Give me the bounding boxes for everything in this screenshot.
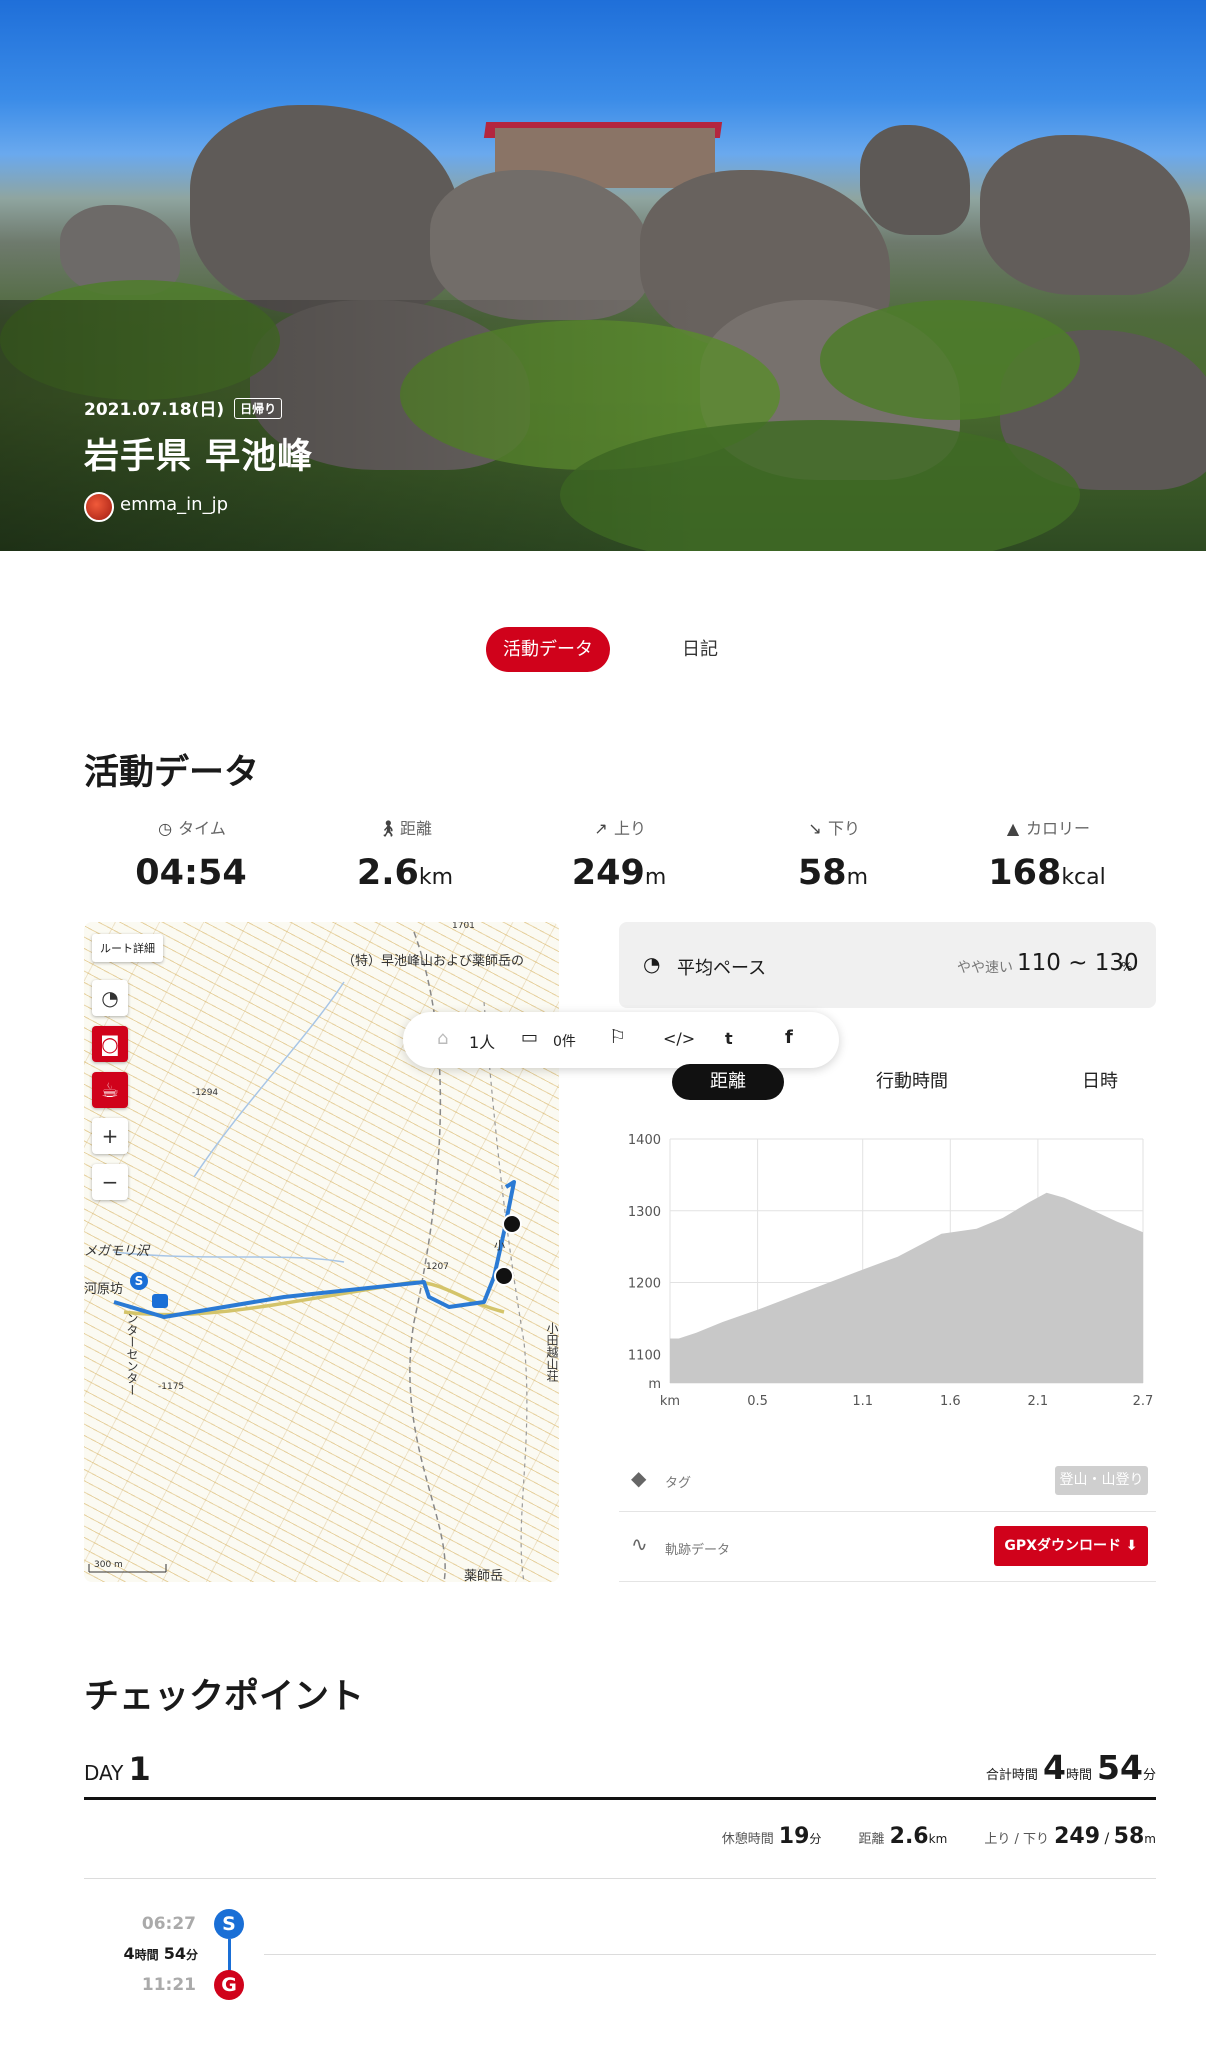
route-detail-button[interactable]: ルート詳細 — [92, 934, 163, 962]
arrow-up-right-icon: ↗ — [594, 819, 608, 838]
comment-count: 0件 — [553, 1034, 576, 1050]
map-elev-1207: 1207 — [426, 1262, 449, 1272]
map-label-reserve: （特）早池峰山および薬師岳の — [342, 954, 525, 969]
x-tick-label: km — [660, 1394, 680, 1409]
goal-badge: G — [214, 1970, 244, 2000]
divider — [619, 1581, 1156, 1582]
chart-tab-distance[interactable]: 距離 — [672, 1064, 784, 1100]
stat-distance: 🚶︎ 距離 2.6km — [356, 819, 454, 893]
elevation-area — [670, 1192, 1143, 1383]
map-label-center: ンターセンター — [125, 1312, 139, 1396]
tab-diary[interactable]: 日記 — [660, 627, 740, 672]
y-tick-label: 1200 — [628, 1277, 661, 1292]
chart-tab-moving-time[interactable]: 行動時間 — [876, 1064, 948, 1100]
avatar[interactable] — [84, 492, 114, 522]
map-label-small: 小 — [494, 1239, 505, 1252]
segment-duration: 4時間 54分 — [123, 1944, 198, 1963]
x-tick-label: 2.1 — [1028, 1394, 1049, 1409]
stat-calories: ▲ カロリー 168kcal — [988, 819, 1106, 893]
pace-label: 平均ペース — [677, 958, 767, 979]
map-elev-1175: -1175 — [158, 1382, 185, 1392]
gpx-download-button[interactable]: GPXダウンロード ⬇ — [994, 1526, 1148, 1566]
download-icon: ⬇ — [1125, 1538, 1138, 1554]
day-heading: DAY 1 — [84, 1750, 151, 1788]
speedometer-icon: ◔ — [643, 952, 661, 976]
map-comment-marker — [152, 1294, 168, 1308]
facebook-icon[interactable]: f — [785, 1027, 793, 1048]
stat-time: ◷ タイム 04:54 — [135, 819, 247, 893]
pace-qualifier: やや速い — [957, 960, 1013, 976]
map-elev-1701: 1701 — [452, 922, 475, 931]
tag-icon: ◆ — [631, 1466, 647, 1490]
comment-icon[interactable]: ▭ — [521, 1027, 538, 1048]
map-scale: 300 m — [94, 1560, 123, 1570]
map-photo-marker[interactable] — [494, 1266, 514, 1286]
y-tick-label: 1400 — [628, 1133, 661, 1148]
activity-title: 岩手県 早池峰 — [84, 437, 314, 477]
timeline-connector — [228, 1939, 231, 1973]
stat-descent: ↘ 下り 58m — [797, 819, 869, 893]
checkpoint-section-title: チェックポイント — [84, 1677, 365, 1717]
day-summary: 休憩時間 19分 距離 2.6km 上り / 下り 249 / 58m — [721, 1824, 1156, 1849]
map-label-kawara: 河原坊 — [84, 1282, 124, 1297]
track-label: 軌跡データ — [665, 1543, 731, 1558]
x-tick-label: 0.5 — [747, 1394, 768, 1409]
camera-icon[interactable]: ◙ — [92, 1026, 128, 1062]
zoom-out-button[interactable]: − — [92, 1164, 128, 1200]
chart-tab-datetime[interactable]: 日時 — [1082, 1064, 1118, 1100]
timeline-line — [264, 1954, 1156, 1955]
tab-activity-data[interactable]: 活動データ — [486, 627, 610, 672]
track-icon: ∿ — [631, 1532, 648, 1556]
cup-icon[interactable]: ☕︎ — [92, 1072, 128, 1108]
username-link[interactable]: emma_in_jp — [120, 494, 228, 515]
average-pace-card: ◔ 平均ペース やや速い 110 ~ 130 % — [619, 922, 1156, 1008]
tag-label: タグ — [665, 1476, 692, 1491]
walker-icon: 🚶︎ — [377, 819, 399, 838]
start-badge: S — [214, 1909, 244, 1939]
map-label-yakushi: 薬師岳 — [464, 1569, 504, 1582]
x-tick-label: 1.6 — [940, 1394, 961, 1409]
elevation-chart: m 1100 1200 1300 1400 km 0.5 1.1 1.6 2.1 2.7 — [628, 1133, 1154, 1409]
start-time: 06:27 — [141, 1914, 196, 1934]
arrow-down-right-icon: ↘ — [808, 819, 822, 838]
tag-chip[interactable]: 登山・山登り — [1055, 1466, 1148, 1495]
x-tick-label: 1.1 — [852, 1394, 873, 1409]
day-trip-badge: 日帰り — [234, 398, 283, 419]
flame-icon: ▲ — [1006, 819, 1020, 838]
y-tick-label: 1300 — [628, 1205, 661, 1220]
route-start-marker: S — [130, 1272, 148, 1290]
day-divider — [84, 1797, 1156, 1800]
activity-section-title: 活動データ — [84, 753, 260, 793]
twitter-icon[interactable]: t — [725, 1029, 733, 1048]
zoom-in-button[interactable]: + — [92, 1118, 128, 1154]
total-time: 合計時間 4時間 54分 — [985, 1748, 1156, 1787]
stat-ascent: ↗ 上り 249m — [571, 819, 667, 893]
map-elev-1294: -1294 — [192, 1088, 219, 1098]
x-tick-label: 2.7 — [1133, 1394, 1154, 1409]
map-label-odagoe: 小田越山荘 — [545, 1322, 559, 1382]
y-tick-label: m — [648, 1377, 661, 1392]
pace-unit: % — [1121, 960, 1133, 974]
divider — [619, 1511, 1156, 1512]
map-photo-marker[interactable] — [502, 1214, 522, 1234]
bookmark-icon[interactable]: ⚐ — [609, 1026, 626, 1048]
end-time: 11:21 — [141, 1975, 196, 1995]
home-icon[interactable]: ⌂ — [437, 1028, 448, 1049]
pace-icon[interactable]: ◔ — [92, 980, 128, 1016]
y-tick-label: 1100 — [628, 1348, 661, 1363]
activity-date: 2021.07.18(日) 日帰り — [84, 395, 283, 420]
share-bar: ⌂ 1人 ▭ 0件 ⚐ </> t f — [403, 1012, 839, 1068]
stopwatch-icon: ◷ — [158, 819, 173, 838]
people-count: 1人 — [469, 1033, 496, 1052]
divider — [84, 1878, 1156, 1879]
embed-code-icon[interactable]: </> — [663, 1029, 695, 1048]
map-label-marsh: メガモリ沢 — [84, 1244, 150, 1259]
